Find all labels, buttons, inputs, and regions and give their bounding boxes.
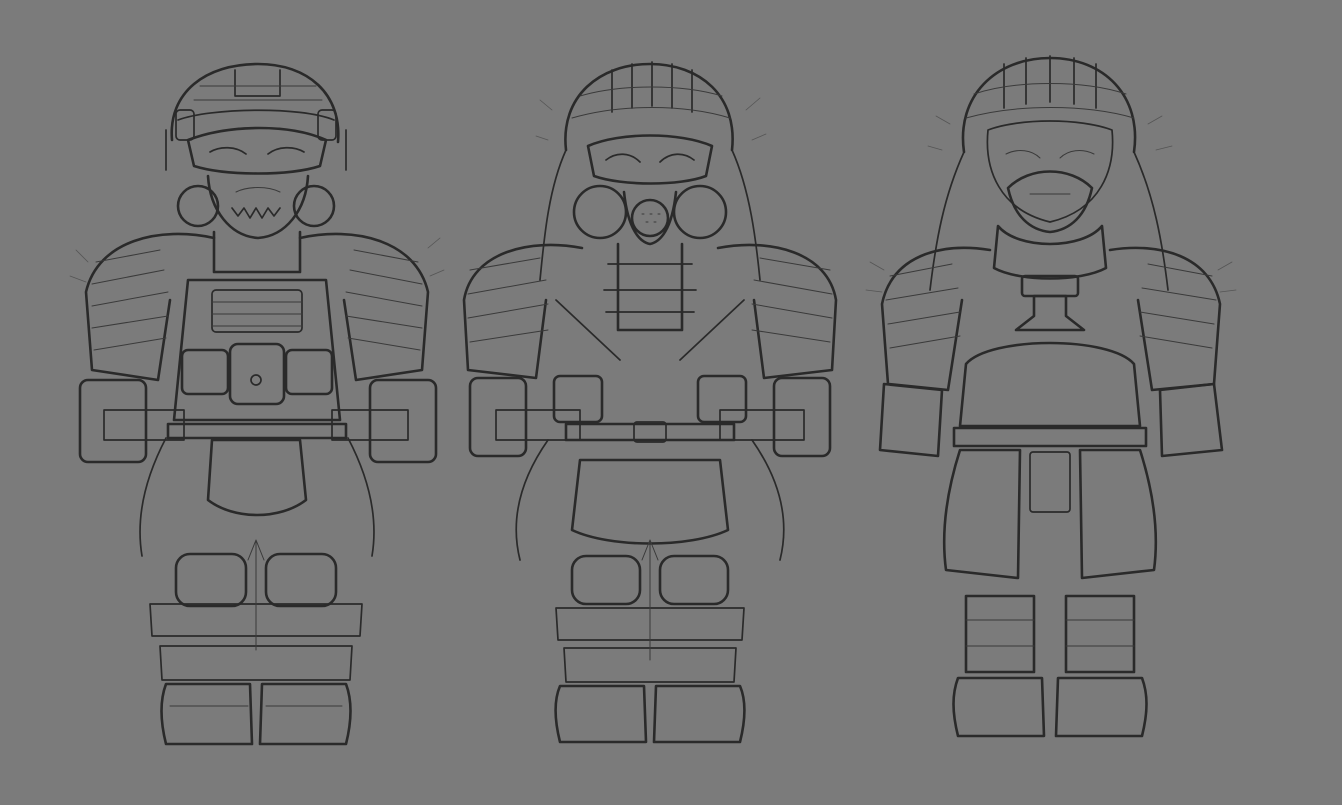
leg-armor <box>149 539 363 681</box>
goggles-icon <box>186 126 328 175</box>
chest-rig <box>172 278 342 422</box>
boots <box>160 682 352 746</box>
sketch-canvas <box>0 0 1342 805</box>
half-mask-icon <box>1006 170 1094 234</box>
gas-mask-icon <box>572 134 728 246</box>
character-sketch-sheet <box>69 55 1237 746</box>
figure-3-soldier <box>865 55 1237 738</box>
tactical-helmet-icon <box>165 62 347 171</box>
figure-1-soldier <box>69 62 445 746</box>
figure-2-soldier <box>462 61 838 744</box>
ghillie-shoulder-pads <box>69 232 445 382</box>
ghillie-hood-icon <box>927 55 1173 291</box>
skull-respirator-icon <box>176 174 336 240</box>
